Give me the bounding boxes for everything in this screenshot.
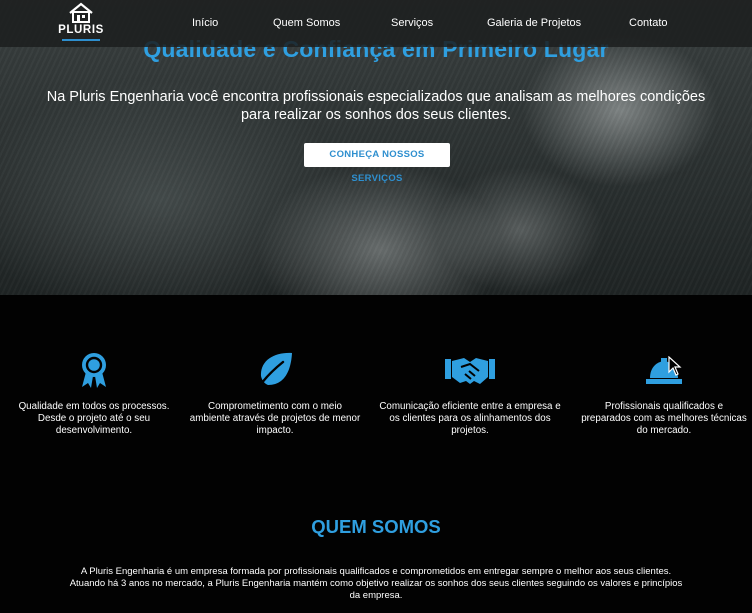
hero-description: Na Pluris Engenharia você encontra profi… <box>40 88 712 124</box>
hero-description-line-1: Na Pluris Engenharia você encontra profi… <box>46 89 706 105</box>
handshake-icon <box>445 358 495 384</box>
award-ribbon-icon <box>82 353 106 388</box>
feature-communication-text: Comunicação eficiente entre a empresa e … <box>379 401 561 436</box>
about-line-3: da empresa. <box>349 590 403 601</box>
nav-item-servicos[interactable]: Serviços <box>391 17 433 29</box>
pluris-logo[interactable]: PLURIS <box>58 1 104 45</box>
logo-text: PLURIS <box>58 24 104 36</box>
leaf-icon <box>256 352 292 390</box>
about-text: A Pluris Engenharia é um empresa formada… <box>40 566 712 602</box>
top-navigation: PLURIS Início Quem Somos Serviços Galeri… <box>0 0 752 47</box>
about-line-1: A Pluris Engenharia é um empresa formada… <box>80 566 672 577</box>
logo-underline <box>62 39 100 41</box>
house-logo-icon <box>69 2 93 23</box>
nav-item-contato[interactable]: Contato <box>629 17 668 29</box>
mouse-pointer-icon <box>668 356 682 376</box>
about-section-title: QUEM SOMOS <box>311 516 441 537</box>
hero-description-line-2: para realizar os sonhos dos seus cliente… <box>240 107 511 123</box>
nav-item-inicio[interactable]: Início <box>192 17 218 29</box>
feature-professionals-text: Profissionais qualificados e preparados … <box>581 401 747 436</box>
services-cta-button[interactable]: CONHEÇA NOSSOS SERVIÇOS <box>304 143 450 184</box>
nav-item-galeria-de-projetos[interactable]: Galeria de Projetos <box>487 17 581 29</box>
feature-quality-text: Qualidade em todos os processos. Desde o… <box>18 401 170 436</box>
nav-item-quem-somos[interactable]: Quem Somos <box>273 17 340 29</box>
about-line-2: Atuando há 3 anos no mercado, a Pluris E… <box>69 578 683 589</box>
feature-environment-text: Comprometimento com o meio ambiente atra… <box>189 401 361 436</box>
